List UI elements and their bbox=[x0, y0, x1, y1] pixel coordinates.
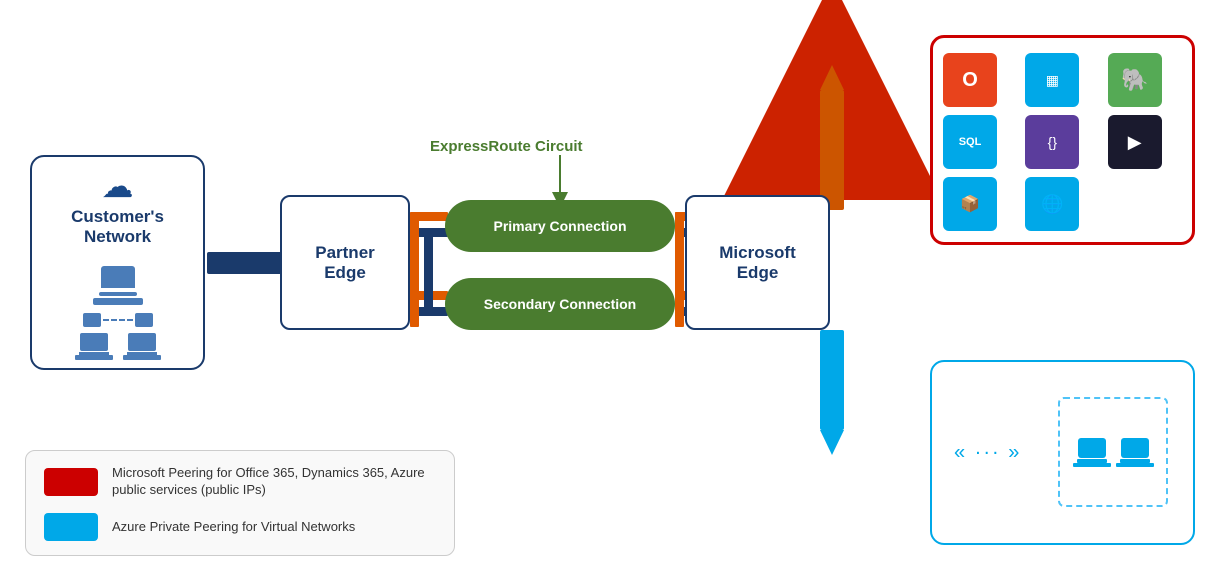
customer-network-box: ☁ Customer's Network bbox=[30, 155, 205, 370]
legend-text-red: Microsoft Peering for Office 365, Dynami… bbox=[112, 465, 436, 499]
web-icon: 🌐 bbox=[1025, 177, 1079, 231]
vnet-inner-box bbox=[1058, 397, 1168, 507]
legend-item-blue: Azure Private Peering for Virtual Networ… bbox=[44, 513, 436, 541]
container-icon: 📦 bbox=[943, 177, 997, 231]
legend-box: Microsoft Peering for Office 365, Dynami… bbox=[25, 450, 455, 556]
media-services-icon: ▶ bbox=[1108, 115, 1162, 169]
diagram: ☁ ☁ Customer's Network bbox=[0, 0, 1215, 581]
customer-network-label: Customer's Network bbox=[71, 207, 164, 248]
microsoft-edge-label: MicrosoftEdge bbox=[719, 243, 796, 283]
partner-edge-box: PartnerEdge bbox=[280, 195, 410, 330]
network-computers-icon bbox=[75, 266, 161, 360]
hdinsight-icon: 🐘 bbox=[1108, 53, 1162, 107]
microsoft-edge-box: MicrosoftEdge bbox=[685, 195, 830, 330]
expressroute-circuit-label: ExpressRoute Circuit bbox=[430, 138, 583, 155]
microsoft-services-box: O ▦ 🐘 SQL {} ▶ 📦 bbox=[930, 35, 1195, 245]
primary-connection-pill: Primary Connection bbox=[445, 200, 675, 252]
sql-icon: SQL bbox=[943, 115, 997, 169]
legend-color-red bbox=[44, 468, 98, 496]
legend-color-blue bbox=[44, 513, 98, 541]
api-icon: {} bbox=[1025, 115, 1079, 169]
secondary-connection-label: Secondary Connection bbox=[484, 296, 636, 312]
vm-icon bbox=[1073, 438, 1154, 467]
ms-services-icons: O ▦ 🐘 SQL {} ▶ 📦 bbox=[943, 53, 1182, 231]
storage-icon: ▦ bbox=[1025, 53, 1079, 107]
secondary-connection-pill: Secondary Connection bbox=[445, 278, 675, 330]
partner-edge-label: PartnerEdge bbox=[315, 243, 375, 283]
legend-text-blue: Azure Private Peering for Virtual Networ… bbox=[112, 519, 355, 536]
legend-item-red: Microsoft Peering for Office 365, Dynami… bbox=[44, 465, 436, 499]
customer-cloud-icon: ☁ bbox=[102, 167, 134, 205]
primary-connection-label: Primary Connection bbox=[493, 218, 626, 234]
vnet-peering-dots: « ··· » bbox=[954, 441, 1021, 464]
azure-vnet-box: « ··· » bbox=[930, 360, 1195, 545]
office365-icon: O bbox=[943, 53, 997, 107]
